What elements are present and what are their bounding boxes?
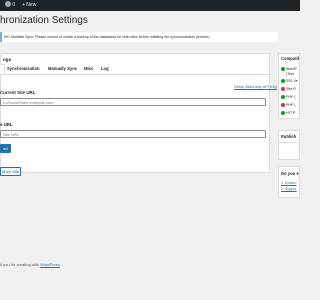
check-fail-icon [281, 87, 285, 92]
comment-bubble-icon [5, 1, 11, 8]
check-ssl: SSL Ve [281, 79, 298, 84]
compatibility-title: Compatib [281, 56, 300, 61]
check-wordpress: WordP [281, 67, 297, 72]
check-php-2: PHP ( [281, 103, 296, 108]
wordpress-link[interactable]: WordPress [40, 262, 60, 267]
settings-card: ngs Synchronization Manually Sync Misc L… [0, 53, 270, 173]
check-php-1: PHP ( [281, 95, 296, 100]
check-ok-icon [281, 111, 285, 116]
page-title: hronization Settings [0, 15, 88, 26]
check-wordpress-sub: (Test [286, 72, 294, 76]
tab-misc[interactable]: Misc [84, 64, 93, 74]
current-site-input[interactable] [0, 98, 266, 106]
comment-count: 0 [12, 2, 16, 8]
setup-api-key-link[interactable]: Setup Manually API Key [234, 84, 277, 89]
tab-log[interactable]: Log [101, 64, 109, 74]
help-title: Do you e [281, 171, 299, 176]
new-content-menu[interactable]: + New [22, 0, 36, 11]
check-ok-icon [281, 79, 285, 84]
support-link[interactable]: 2. Suppor [281, 187, 299, 191]
tab-manually-sync[interactable]: Manually Sync [48, 64, 77, 74]
help-links: 1. Docum 2. Suppor [279, 181, 299, 191]
admin-bar: 0 + New [0, 0, 300, 11]
tab-general[interactable] [0, 64, 5, 74]
compatibility-box: Compatib WordP (Test SSL Ve Site R PHP (… [278, 53, 300, 119]
publish-box: Publish [278, 130, 300, 160]
check-ok-icon [281, 95, 285, 100]
current-site-label: Current Site URL [0, 90, 36, 95]
settings-tabs: Synchronization Manually Sync Misc Log [0, 64, 269, 75]
tab-synchronization[interactable]: Synchronization [7, 64, 40, 74]
check-site-reachable: Site R [281, 87, 296, 92]
comments-menu[interactable]: 0 [5, 0, 15, 11]
target-site-input[interactable] [0, 130, 266, 138]
check-http: HTTP [281, 111, 295, 116]
card-title: ngs [3, 57, 12, 62]
help-box: Do you e 1. Docum 2. Suppor [278, 166, 300, 198]
footer-credit: k you for creating with WordPress. [0, 262, 61, 267]
documentation-link[interactable]: 1. Docum [281, 181, 299, 185]
publish-title: Publish [279, 131, 299, 143]
add-more-site-button[interactable]: More Site [0, 167, 21, 176]
save-button[interactable]: ed [0, 144, 11, 153]
backup-notice: WC Multisite Sync: Please ensure to crea… [0, 32, 278, 42]
target-site-label: e URL [0, 122, 13, 127]
check-ok-icon [281, 67, 285, 72]
check-fail-icon [281, 103, 285, 108]
